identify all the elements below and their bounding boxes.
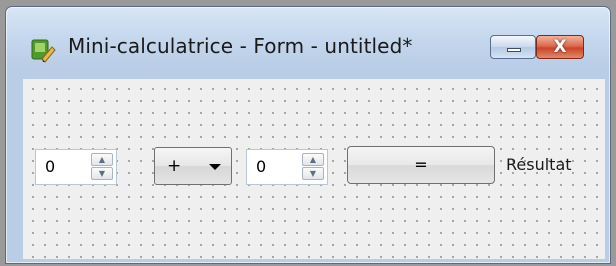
operand1-value[interactable]: 0 bbox=[45, 157, 55, 176]
spin-down-icon[interactable]: ▼ bbox=[91, 167, 113, 180]
spin-up-icon[interactable]: ▲ bbox=[91, 153, 113, 166]
title-bar[interactable]: Mini-calculatrice - Form - untitled* X bbox=[6, 7, 610, 79]
close-button[interactable]: X bbox=[536, 35, 584, 59]
app-icon bbox=[31, 39, 56, 63]
operator-value: + bbox=[167, 156, 182, 176]
spin-down-icon[interactable]: ▼ bbox=[302, 167, 324, 180]
window-title: Mini-calculatrice - Form - untitled* bbox=[68, 34, 413, 58]
chevron-down-icon bbox=[209, 164, 221, 170]
operand1-spinbox[interactable]: 0 ▲ ▼ bbox=[35, 149, 117, 185]
form-canvas[interactable]: 0 ▲ ▼ + 0 ▲ ▼ = Résultat bbox=[23, 79, 605, 259]
minimize-icon bbox=[507, 48, 521, 52]
operand2-value[interactable]: 0 bbox=[256, 157, 266, 176]
operator-select[interactable]: + bbox=[154, 147, 232, 185]
result-label: Résultat bbox=[506, 155, 572, 174]
close-icon: X bbox=[553, 37, 567, 57]
operand2-arrows: ▲ ▼ bbox=[302, 153, 324, 181]
spin-up-icon[interactable]: ▲ bbox=[302, 153, 324, 166]
equals-button[interactable]: = bbox=[347, 146, 495, 184]
minimize-button[interactable] bbox=[490, 35, 536, 59]
designer-window: Mini-calculatrice - Form - untitled* X 0… bbox=[5, 6, 611, 264]
operand1-arrows: ▲ ▼ bbox=[91, 153, 113, 181]
operand2-spinbox[interactable]: 0 ▲ ▼ bbox=[246, 149, 328, 185]
